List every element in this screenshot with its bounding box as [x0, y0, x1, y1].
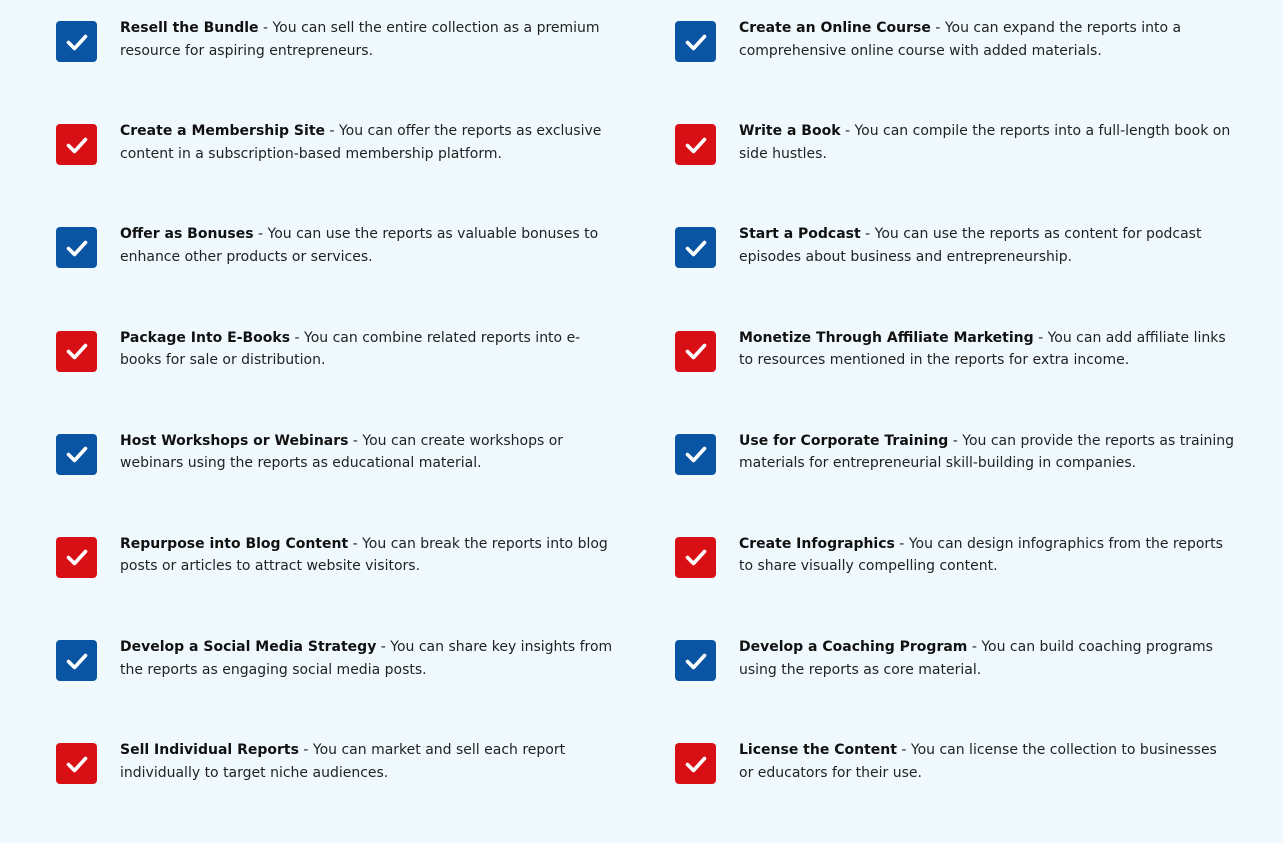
checkmark-icon: [56, 21, 97, 62]
feature-text: Monetize Through Affiliate Marketing - Y…: [739, 327, 1234, 372]
feature-title: Monetize Through Affiliate Marketing: [739, 329, 1034, 346]
feature-text: Package Into E-Books - You can combine r…: [120, 327, 615, 372]
feature-text: Develop a Coaching Program - You can bui…: [739, 636, 1234, 681]
feature-separator: -: [348, 535, 363, 552]
checkmark-icon: [56, 536, 97, 578]
feature-separator: -: [325, 123, 339, 140]
feature-text: Repurpose into Blog Content - You can br…: [120, 533, 615, 578]
feature-separator: -: [298, 742, 313, 759]
feature-item: Repurpose into Blog Content - You can br…: [56, 533, 675, 636]
feature-title: Host Workshops or Webinars: [120, 432, 349, 449]
feature-separator: -: [930, 20, 945, 36]
feature-title: Repurpose into Blog Content: [120, 535, 349, 552]
feature-item: Host Workshops or Webinars - You can cre…: [56, 430, 675, 533]
checkmark-icon: [56, 640, 97, 682]
feature-text: Start a Podcast - You can use the report…: [739, 223, 1234, 268]
feature-title: Create an Online Course: [739, 20, 931, 36]
feature-text: Sell Individual Reports - You can market…: [120, 739, 615, 784]
checkmark-icon: [56, 330, 97, 372]
feature-separator: -: [840, 123, 855, 140]
checkmark-icon: [56, 227, 97, 269]
feature-item: License the Content - You can license th…: [675, 739, 1246, 842]
feature-item: Use for Corporate Training - You can pro…: [675, 430, 1246, 533]
feature-title: Resell the Bundle: [120, 20, 259, 36]
feature-title: Use for Corporate Training: [739, 432, 949, 449]
feature-text: Create Infographics - You can design inf…: [739, 533, 1234, 578]
feature-separator: -: [258, 20, 273, 36]
feature-title: Develop a Coaching Program: [739, 639, 968, 656]
feature-item: Monetize Through Affiliate Marketing - Y…: [675, 327, 1246, 430]
checkmark-icon: [56, 433, 97, 475]
checkmark-icon: [675, 433, 716, 475]
feature-title: Package Into E-Books: [120, 329, 291, 346]
feature-text: Resell the Bundle - You can sell the ent…: [120, 17, 615, 62]
feature-separator: -: [253, 226, 268, 243]
feature-text: License the Content - You can license th…: [739, 739, 1234, 784]
feature-text: Host Workshops or Webinars - You can cre…: [120, 430, 615, 475]
feature-text: Write a Book - You can compile the repor…: [739, 120, 1234, 165]
feature-item: Create a Membership Site - You can offer…: [56, 120, 675, 223]
feature-text: Develop a Social Media Strategy - You ca…: [120, 636, 615, 681]
checkmark-icon: [675, 21, 716, 62]
checkmark-icon: [56, 743, 97, 785]
feature-title: Offer as Bonuses: [120, 226, 254, 243]
feature-item: Write a Book - You can compile the repor…: [675, 120, 1246, 223]
feature-title: Sell Individual Reports: [120, 742, 299, 759]
feature-separator: -: [1033, 329, 1048, 346]
feature-item: Create an Online Course - You can expand…: [675, 17, 1246, 120]
feature-separator: -: [860, 226, 875, 243]
feature-separator: -: [290, 329, 305, 346]
feature-item: Offer as Bonuses - You can use the repor…: [56, 223, 675, 326]
feature-separator: -: [894, 535, 909, 552]
checkmark-icon: [675, 536, 716, 578]
feature-item: Package Into E-Books - You can combine r…: [56, 327, 675, 430]
feature-separator: -: [348, 432, 363, 449]
checkmark-icon: [56, 124, 97, 166]
feature-text: Use for Corporate Training - You can pro…: [739, 430, 1234, 475]
feature-text: Create an Online Course - You can expand…: [739, 17, 1234, 62]
feature-title: Create Infographics: [739, 535, 895, 552]
feature-list: Resell the Bundle - You can sell the ent…: [56, 17, 1246, 843]
feature-separator: -: [948, 432, 963, 449]
feature-item: Sell Individual Reports - You can market…: [56, 739, 675, 842]
feature-title: Create a Membership Site: [120, 123, 326, 140]
checkmark-icon: [675, 124, 716, 166]
checkmark-icon: [675, 227, 716, 269]
feature-separator: -: [967, 639, 982, 656]
checkmark-icon: [675, 330, 716, 372]
feature-text: Offer as Bonuses - You can use the repor…: [120, 223, 615, 268]
feature-title: Start a Podcast: [739, 226, 861, 243]
feature-item: Resell the Bundle - You can sell the ent…: [56, 17, 675, 120]
feature-item: Develop a Coaching Program - You can bui…: [675, 636, 1246, 739]
checkmark-icon: [675, 640, 716, 682]
feature-title: Develop a Social Media Strategy: [120, 639, 377, 656]
feature-title: License the Content: [739, 742, 897, 759]
feature-text: Create a Membership Site - You can offer…: [120, 120, 615, 165]
feature-item: Create Infographics - You can design inf…: [675, 533, 1246, 636]
feature-item: Start a Podcast - You can use the report…: [675, 223, 1246, 326]
feature-separator: -: [896, 742, 911, 759]
feature-separator: -: [376, 639, 391, 656]
checkmark-icon: [675, 743, 716, 785]
feature-title: Write a Book: [739, 123, 841, 140]
feature-item: Develop a Social Media Strategy - You ca…: [56, 636, 675, 739]
